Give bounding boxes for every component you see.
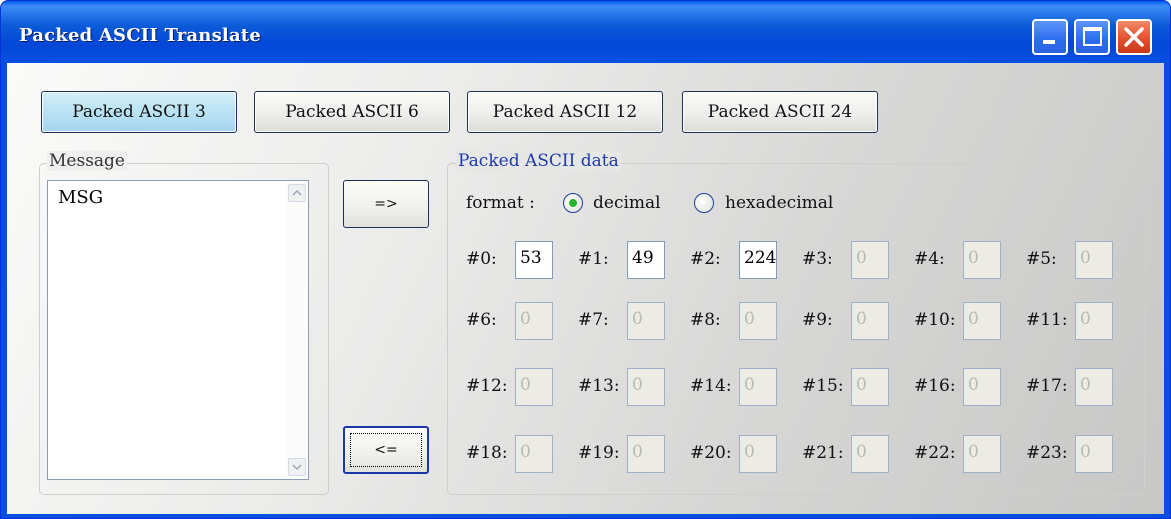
cell-input[interactable]: 0 [851,241,889,279]
message-scrollbar[interactable] [287,182,307,478]
cell-label: #16: [914,376,956,396]
cell-label: #7: [578,310,609,330]
scroll-up-button[interactable] [288,184,306,202]
cell-label: #0: [466,249,497,269]
cell-input[interactable]: 0 [739,368,777,406]
cell-label: #5: [1026,249,1057,269]
cell-label: #14: [690,376,732,396]
cell-label: #23: [1026,443,1068,463]
cell-input[interactable]: 0 [739,435,777,473]
cell-label: #8: [690,310,721,330]
cell-label: #9: [802,310,833,330]
cell-input[interactable]: 0 [515,435,553,473]
cell-label: #15: [802,376,844,396]
decode-button[interactable]: <= [343,426,429,474]
tab-packed-ascii-24[interactable]: Packed ASCII 24 [682,91,878,133]
cell-input[interactable]: 0 [739,302,777,340]
message-textarea[interactable]: MSG [47,180,309,480]
tab-label: Packed ASCII 24 [707,102,853,122]
cell-input[interactable]: 49 [627,241,665,279]
cell-input[interactable]: 0 [1075,368,1113,406]
maximize-icon [1083,27,1102,46]
tab-packed-ascii-12[interactable]: Packed ASCII 12 [467,91,663,133]
cell-input[interactable]: 0 [963,435,1001,473]
message-group-label: Message [47,151,127,171]
scroll-down-button[interactable] [288,458,306,476]
packed-data-group-label: Packed ASCII data [456,151,621,171]
radio-decimal[interactable] [563,193,583,213]
cell-input[interactable]: 0 [1075,302,1113,340]
cell-input[interactable]: 0 [1075,435,1113,473]
cell-input[interactable]: 0 [515,302,553,340]
maximize-button[interactable] [1074,19,1110,55]
tab-label: Packed ASCII 3 [72,102,206,122]
format-label: format : [466,193,535,213]
cell-label: #18: [466,443,508,463]
window-title: Packed ASCII Translate [19,25,261,46]
tab-label: Packed ASCII 12 [492,102,638,122]
cell-label: #2: [690,249,721,269]
close-icon [1124,27,1144,47]
cell-input[interactable]: 0 [627,435,665,473]
cell-label: #13: [578,376,620,396]
cell-label: #22: [914,443,956,463]
cell-input[interactable]: 0 [1075,241,1113,279]
minimize-icon [1043,40,1055,44]
cell-label: #20: [690,443,732,463]
tab-label: Packed ASCII 6 [285,102,419,122]
cell-input[interactable]: 0 [627,302,665,340]
cell-label: #12: [466,376,508,396]
encode-button[interactable]: => [343,180,429,228]
focus-rectangle [350,433,422,467]
close-button[interactable] [1116,19,1152,55]
encode-button-label: => [374,196,398,212]
radio-decimal-label[interactable]: decimal [593,193,661,213]
cell-label: #3: [802,249,833,269]
cell-input[interactable]: 0 [963,368,1001,406]
cell-input[interactable]: 0 [851,368,889,406]
cell-input[interactable]: 0 [851,435,889,473]
radio-hexadecimal[interactable] [694,193,714,213]
cell-label: #19: [578,443,620,463]
title-bar[interactable]: Packed ASCII Translate [1,1,1170,63]
cell-label: #11: [1026,310,1068,330]
cell-input[interactable]: 53 [515,241,553,279]
cell-input[interactable]: 0 [851,302,889,340]
message-text: MSG [58,187,104,208]
cell-label: #4: [914,249,945,269]
cell-input[interactable]: 0 [963,302,1001,340]
cell-label: #17: [1026,376,1068,396]
cell-input[interactable]: 0 [515,368,553,406]
radio-selected-dot [569,199,577,207]
cell-input[interactable]: 0 [627,368,665,406]
cell-label: #1: [578,249,609,269]
chevron-up-icon [292,189,302,196]
client-area: Packed ASCII 3 Packed ASCII 6 Packed ASCII… [7,63,1164,514]
cell-input[interactable]: 0 [963,241,1001,279]
cell-label: #10: [914,310,956,330]
minimize-button[interactable] [1032,19,1068,55]
tab-packed-ascii-3[interactable]: Packed ASCII 3 [41,91,237,133]
tab-packed-ascii-6[interactable]: Packed ASCII 6 [254,91,450,133]
app-window: Packed ASCII Translate Packed ASCII 3 Pac… [0,0,1171,519]
cell-input[interactable]: 224 [739,241,777,279]
cell-label: #21: [802,443,844,463]
radio-hexadecimal-label[interactable]: hexadecimal [725,193,833,213]
chevron-down-icon [292,464,302,471]
cell-label: #6: [466,310,497,330]
